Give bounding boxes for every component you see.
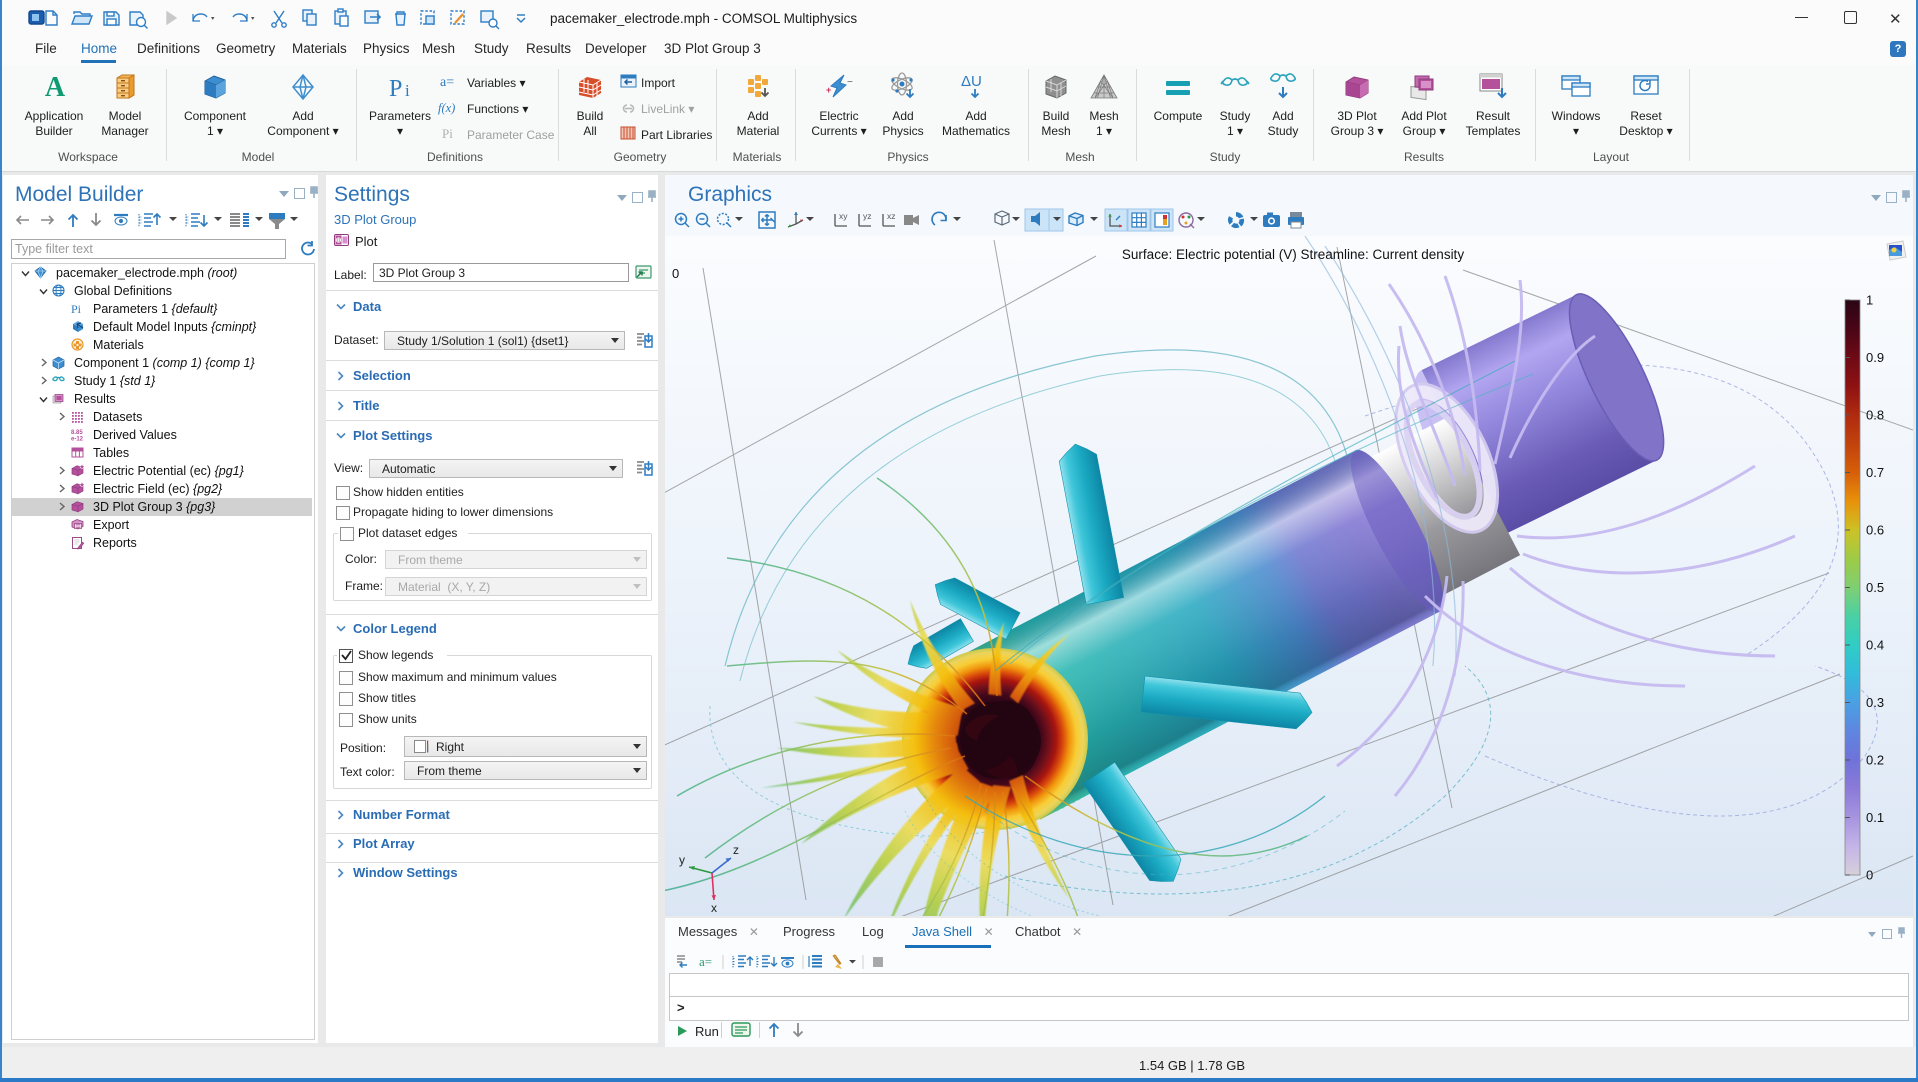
- svg-text:e-12: e-12: [71, 437, 84, 443]
- svg-text:yz: yz: [863, 211, 872, 221]
- svg-text:P: P: [389, 76, 402, 102]
- svg-text:Pі: Pі: [71, 302, 82, 316]
- svg-text:a=: a=: [699, 954, 712, 969]
- svg-text:0.2: 0.2: [1866, 753, 1884, 768]
- svg-text:Surface: Electric potential (V: Surface: Electric potential (V) Streamli…: [1122, 247, 1464, 262]
- svg-text:f(x): f(x): [438, 101, 455, 115]
- svg-text:0.1: 0.1: [1866, 810, 1884, 825]
- svg-text:0.3: 0.3: [1866, 695, 1884, 710]
- svg-text:xy: xy: [839, 211, 848, 221]
- svg-text:8.85: 8.85: [71, 430, 83, 436]
- svg-text:z: z: [733, 843, 739, 857]
- svg-text:0.6: 0.6: [1866, 523, 1884, 538]
- svg-text:y: y: [679, 853, 685, 867]
- svg-text:+: +: [826, 85, 831, 95]
- svg-text:0.9: 0.9: [1866, 350, 1884, 365]
- svg-text:1: 1: [1866, 293, 1873, 308]
- svg-text:−: −: [847, 77, 853, 88]
- svg-text:Pі: Pі: [442, 127, 453, 141]
- svg-text:x: x: [711, 901, 717, 915]
- svg-text:0.4: 0.4: [1866, 638, 1884, 653]
- svg-text:A: A: [45, 72, 66, 102]
- svg-text:xz: xz: [887, 211, 896, 221]
- svg-text:0: 0: [1866, 868, 1873, 883]
- svg-text:ΔU: ΔU: [961, 73, 982, 90]
- svg-text:0: 0: [672, 266, 679, 281]
- svg-text:0.8: 0.8: [1866, 408, 1884, 423]
- svg-text:a=: a=: [440, 75, 454, 89]
- svg-text:0.5: 0.5: [1866, 580, 1884, 595]
- svg-text:i: i: [405, 81, 410, 100]
- svg-text:0.7: 0.7: [1866, 465, 1884, 480]
